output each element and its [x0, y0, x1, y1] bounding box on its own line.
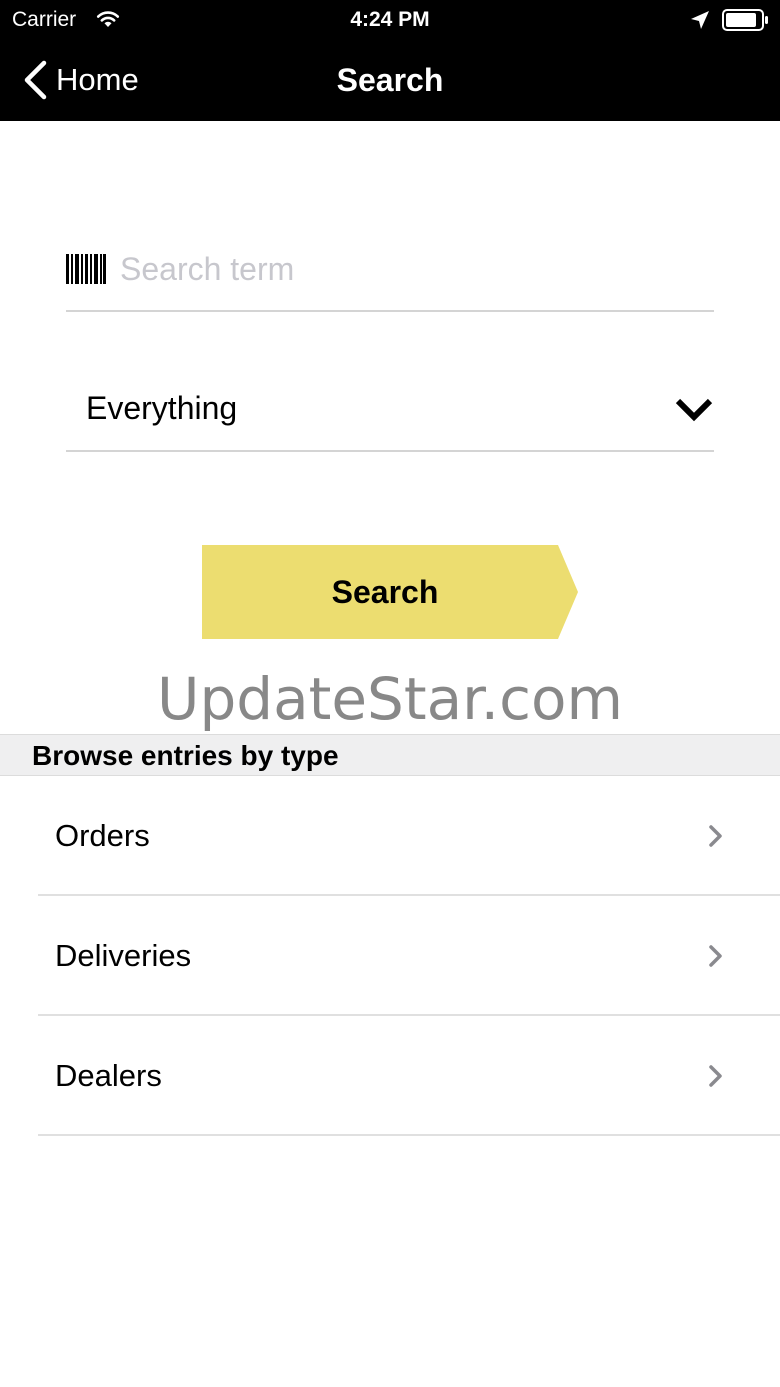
chevron-down-icon: [675, 398, 713, 422]
chevron-right-icon: [709, 825, 722, 847]
battery-icon: [722, 9, 768, 31]
status-time: 4:24 PM: [350, 8, 430, 31]
browse-section-title: Browse entries by type: [32, 740, 339, 771]
barcode-icon[interactable]: [66, 254, 106, 284]
page-title: Search: [336, 62, 444, 98]
chevron-right-icon: [709, 1065, 722, 1087]
list-item-orders[interactable]: Orders: [0, 776, 780, 896]
watermark: UpdateStar.com: [157, 665, 623, 733]
chevron-right-icon: [709, 945, 722, 967]
browse-section-header: Browse entries by type: [0, 734, 780, 776]
browse-list: Orders Deliveries Dealers: [0, 776, 780, 1136]
status-bar: Carrier 4:24 PM: [0, 0, 780, 40]
search-field: [66, 240, 714, 312]
search-scope-select[interactable]: Everything: [66, 372, 714, 452]
search-input[interactable]: [120, 250, 700, 288]
list-item-dealers[interactable]: Dealers: [0, 1016, 780, 1136]
search-button-label: Search: [331, 574, 439, 610]
search-button[interactable]: Search: [202, 545, 578, 639]
list-item-label: Dealers: [55, 1058, 162, 1093]
list-item-label: Orders: [55, 818, 150, 853]
list-item-deliveries[interactable]: Deliveries: [0, 896, 780, 1016]
search-scope-value: Everything: [86, 390, 238, 426]
location-icon: [691, 11, 709, 29]
navigation-bar: Home Search: [0, 40, 780, 121]
list-item-label: Deliveries: [55, 938, 192, 973]
